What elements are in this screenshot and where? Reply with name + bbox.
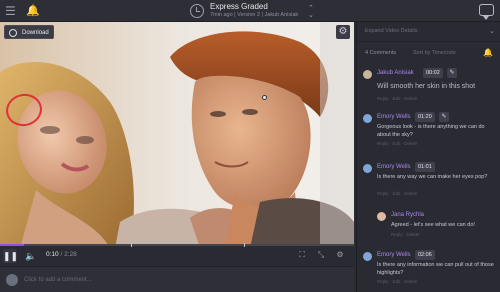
chat-icon[interactable] [479,4,494,20]
menu-icon[interactable]: ☰ [5,4,19,18]
sidebar-header-label: Expand Video Details [365,28,418,34]
volume-icon[interactable]: 🔈 [25,250,36,262]
video-player[interactable]: Download ⚙ [0,22,354,248]
video-frame-image [0,22,354,248]
cursor-pointer [262,95,267,100]
top-bar: ☰ 🔔 Express Graded 7min ago | Version 2 … [0,0,500,22]
comment-author[interactable]: Emory Wells [377,114,411,120]
sidebar-header[interactable]: Expand Video Details ⌄ [357,22,500,42]
comment-input[interactable]: Click to add a comment... [24,273,324,287]
avatar [6,274,18,286]
avatar [377,212,386,221]
avatar [363,70,372,79]
time-display: 0:10 / 2:28 [46,251,77,258]
avatar [363,252,372,261]
comment-text: Is there any way we can make her eyes po… [377,174,488,180]
download-label: Download [22,30,49,36]
comment-marker[interactable] [130,243,132,247]
comment-actions[interactable]: Reply · Edit · Delete [377,141,417,146]
history-icon[interactable] [190,4,204,18]
asset-title[interactable]: Express Graded [210,2,268,11]
avatar [363,114,372,123]
comment-item[interactable]: Emory Wells 01:20 ✎ Gorgeous look - is t… [357,112,500,152]
progress-bar[interactable] [0,243,354,247]
asset-meta: 7min ago | Version 2 | Jakub Anisiak [210,12,299,18]
timecode-badge[interactable]: 00:02 [423,68,443,78]
comment-marker[interactable] [244,243,246,247]
comments-filter: 4 Comments Sort by Timecode 🔔 [357,44,500,62]
comment-actions[interactable]: Reply · Delete [391,232,420,237]
comment-item[interactable]: Emory Wells 02:06 Is there any informati… [357,250,500,292]
download-icon [9,29,17,37]
comment-reply[interactable]: Jana Rychla Agreed - let's see what we c… [357,210,500,244]
current-time: 0:10 [46,251,59,258]
comment-actions[interactable]: Reply · Edit · Delete [377,96,417,101]
comment-item[interactable]: Jakub Anisiak 00:02 ✎ Will smooth her sk… [357,68,500,110]
comment-author[interactable]: Emory Wells [377,164,411,170]
comment-composer: Click to add a comment... [0,266,354,292]
edit-icon[interactable]: ✎ [447,68,457,78]
progress-fill [0,244,25,246]
comment-item[interactable]: Emory Wells 01:01 Is there any way we ca… [357,162,500,202]
comment-author[interactable]: Jakub Anisiak [377,70,414,76]
settings-icon[interactable]: ⚙ [334,250,346,260]
comment-text: Gorgeous look - is there anything we can… [377,124,485,138]
chevron-down-icon[interactable]: ⌄ [489,27,495,35]
compare-icon[interactable]: ⤡ [315,250,327,260]
duration: 2:28 [64,251,77,258]
comment-text: Agreed - let's see what we can do! [391,222,475,228]
comment-count: 4 Comments [365,50,397,56]
bell-icon[interactable]: 🔔 [483,48,493,57]
chevron-updown-icon[interactable]: ⌃ ⌄ [308,5,314,19]
sort-dropdown[interactable]: Sort by Timecode [413,50,456,56]
timecode-badge[interactable]: 01:01 [415,162,435,172]
comments-sidebar: Expand Video Details ⌄ 4 Comments Sort b… [356,22,500,292]
comment-actions[interactable]: Reply · Edit · Delete [377,279,417,284]
comment-author[interactable]: Emory Wells [377,252,411,258]
edit-icon[interactable]: ✎ [439,112,449,122]
bell-icon[interactable]: 🔔 [26,4,40,18]
timecode-badge[interactable]: 02:06 [415,250,435,260]
timecode-badge[interactable]: 01:20 [415,112,435,122]
download-button[interactable]: Download [4,25,54,39]
comment-author[interactable]: Jana Rychla [391,212,424,218]
gear-icon[interactable]: ⚙ [336,25,350,39]
player-controls: ❚❚ 🔈 0:10 / 2:28 ⛶ ⤡ ⚙ [0,243,354,266]
asset-header: Express Graded 7min ago | Version 2 | Ja… [190,1,330,21]
comment-actions[interactable]: Reply · Edit · Delete [377,191,417,196]
comment-text: Will smooth her skin in this shot [377,83,476,90]
comment-text: Is there any information we can pull out… [377,262,494,276]
fullscreen-icon[interactable]: ⛶ [296,250,308,260]
play-pause-icon[interactable]: ❚❚ [3,249,18,263]
avatar [363,164,372,173]
